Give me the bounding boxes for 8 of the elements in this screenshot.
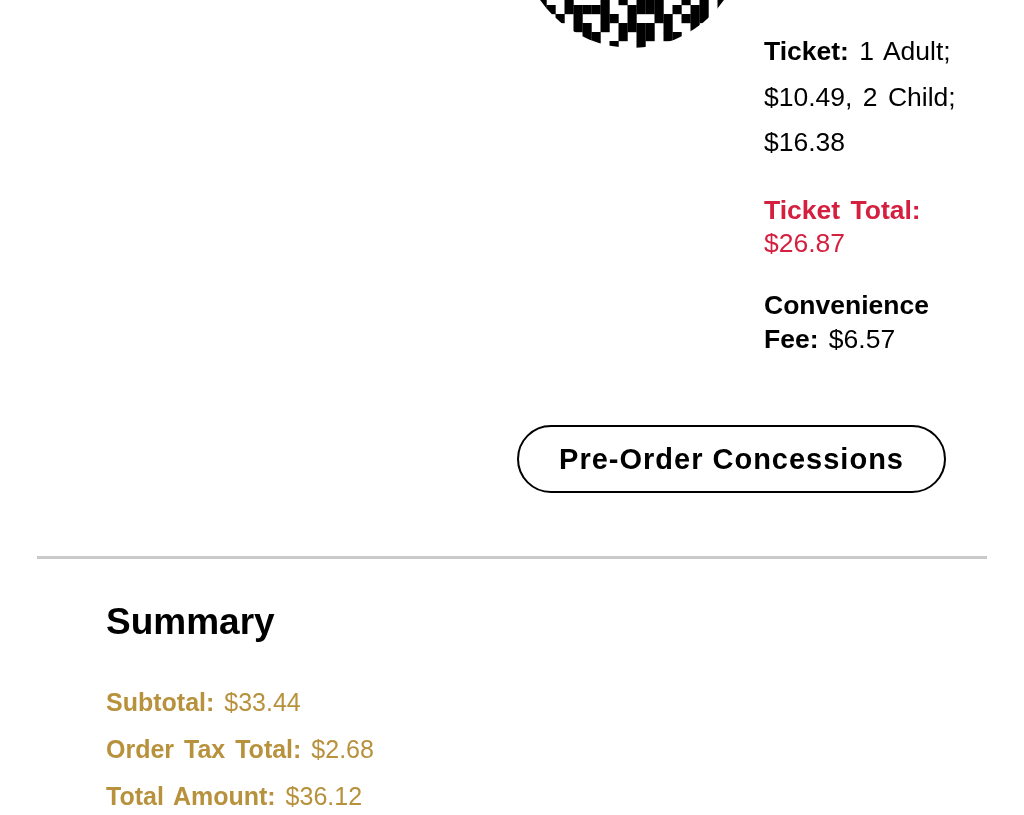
summary-heading: Summary [106, 600, 276, 644]
summary-line: Total Amount: $36.12 [106, 781, 364, 811]
ticket-total-text: Ticket Total: $26.87 [764, 193, 922, 260]
ticket-info-text: Ticket: 1 Adult; $10.49, 2 Child; $16.38 [764, 35, 957, 159]
summary-line: Subtotal: $33.44 [106, 687, 302, 717]
summary-line: Order Tax Total: $2.68 [106, 734, 375, 764]
fee-text: Convenience Fee: $6.57 [764, 289, 930, 356]
pre-order-button[interactable]: Pre-Order Concessions [517, 425, 946, 493]
